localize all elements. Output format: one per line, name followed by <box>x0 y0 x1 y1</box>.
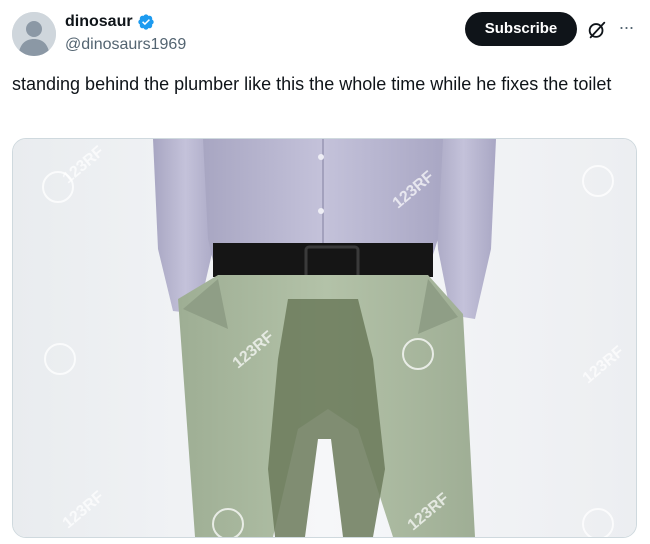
tweet-text: standing behind the plumber like this th… <box>12 74 612 94</box>
grok-icon[interactable] <box>586 19 608 41</box>
default-avatar-icon <box>12 12 56 56</box>
avatar[interactable] <box>12 12 56 56</box>
author-handle[interactable]: @dinosaurs1969 <box>65 35 186 55</box>
tweet-media-image[interactable]: 123RF 123RF 123RF 123RF 123RF 123RF <box>12 138 637 538</box>
tweet: dinosaur @dinosaurs1969 Subscribe ··· st… <box>0 0 650 544</box>
subscribe-button[interactable]: Subscribe <box>465 12 577 46</box>
more-options-icon[interactable]: ··· <box>614 17 638 41</box>
author-display-name[interactable]: dinosaur <box>65 12 133 32</box>
verified-badge-icon[interactable] <box>137 13 155 31</box>
author-name-row: dinosaur <box>65 12 155 32</box>
man-in-shirt-and-trousers-photo: 123RF 123RF 123RF 123RF 123RF 123RF <box>13 139 636 537</box>
